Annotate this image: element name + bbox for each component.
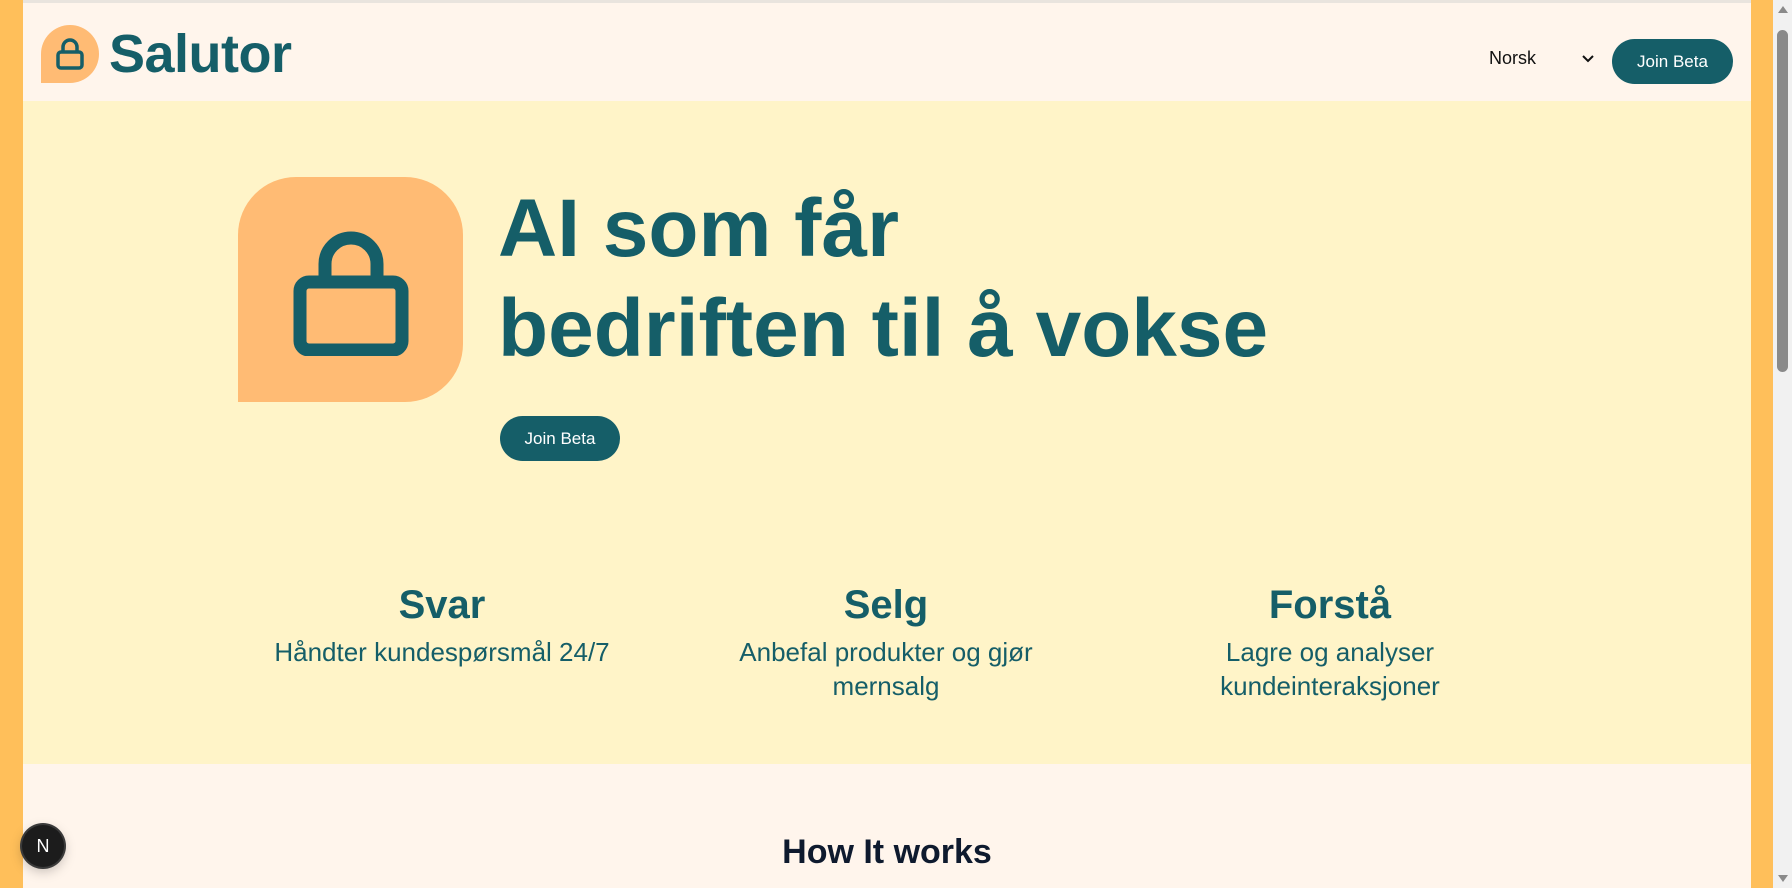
vertical-scrollbar[interactable] (1773, 0, 1792, 888)
brand-name: Salutor (109, 24, 292, 84)
page: Salutor Norsk Join Beta AI som får bedri… (23, 3, 1751, 888)
hero-title: AI som får bedriften til å vokse (498, 179, 1398, 379)
hero-section: AI som får bedriften til å vokse Join Be… (23, 101, 1751, 764)
dev-tools-badge[interactable]: N (22, 825, 64, 867)
scroll-up-arrow-icon[interactable] (1773, 0, 1792, 18)
language-select-value: Norsk (1489, 47, 1537, 68)
feature-sell: Selg Anbefal produkter og gjør mernsalg (696, 581, 1076, 703)
scroll-down-arrow-icon[interactable] (1773, 870, 1792, 888)
padlock-icon-svg (56, 38, 84, 70)
feature-description: Lagre og analyser kundeinteraksjoner (1220, 637, 1440, 701)
chevron-down-icon (1582, 55, 1594, 63)
left-frame-border (0, 0, 23, 888)
feature-answer: Svar Håndter kundespørsmål 24/7 (252, 581, 632, 669)
right-frame-border (1751, 0, 1773, 888)
feature-description: Håndter kundespørsmål 24/7 (274, 637, 610, 667)
padlock-icon (41, 25, 99, 83)
scrollbar-thumb[interactable] (1777, 30, 1788, 372)
hero-title-line-1: AI som får (498, 183, 899, 274)
feature-title: Svar (398, 583, 486, 627)
feature-description: Anbefal produkter og gjør mernsalg (739, 637, 1033, 701)
hero-padlock-icon (238, 177, 463, 402)
padlock-icon-large (293, 231, 408, 356)
site-header: Salutor Norsk Join Beta (23, 3, 1751, 101)
feature-title: Forstå (1268, 583, 1392, 627)
hero-title-line-2: bedriften til å vokse (498, 283, 1269, 374)
feature-understand: Forstå Lagre og analyser kundeinteraksjo… (1140, 581, 1520, 703)
hero-join-beta-button[interactable]: Join Beta (500, 416, 620, 461)
brand[interactable]: Salutor (41, 23, 292, 85)
header-join-beta-button[interactable]: Join Beta (1612, 39, 1733, 84)
feature-title: Selg (843, 583, 929, 627)
language-select[interactable]: Norsk (1483, 43, 1603, 73)
how-it-works-title: How It works (782, 833, 992, 871)
